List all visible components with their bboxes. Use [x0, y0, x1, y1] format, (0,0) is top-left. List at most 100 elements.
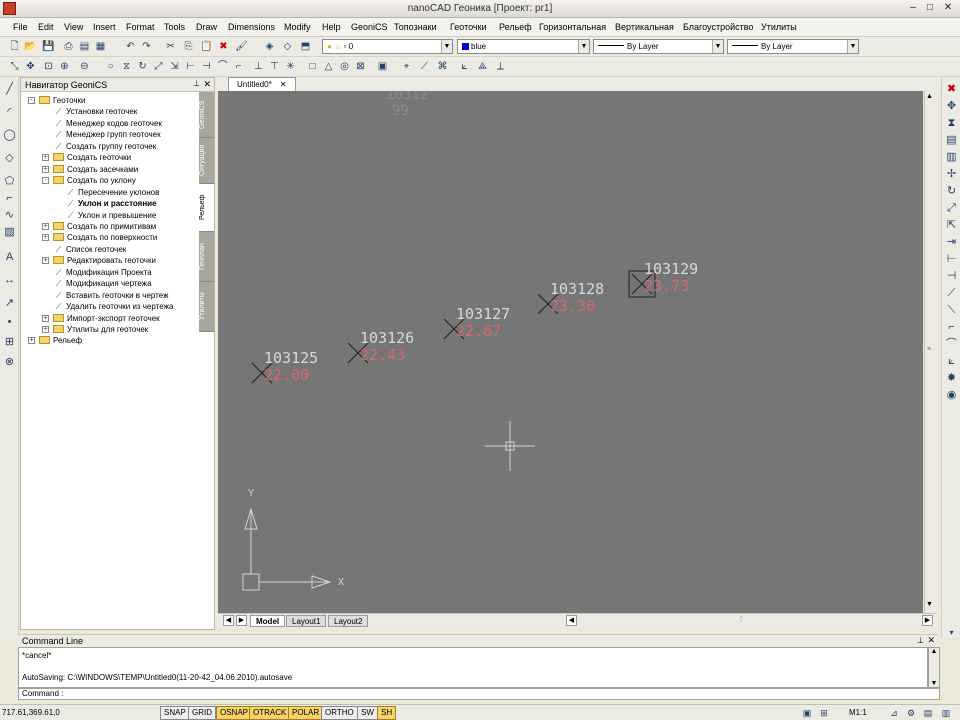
tree-item[interactable]: + Импорт-экспорт геоточек [42, 313, 160, 324]
ortho-toggle[interactable]: ORTHO [321, 706, 358, 720]
viewport-icon[interactable]: ⊞ [818, 707, 830, 719]
menu-file[interactable]: File [13, 22, 28, 32]
tree-item[interactable]: ⟋ Установки геоточек [53, 106, 138, 117]
move-icon[interactable]: ✢ [945, 168, 958, 181]
sh-toggle[interactable]: SH [377, 706, 397, 720]
close-icon[interactable]: ✕ [927, 635, 935, 646]
tree-item[interactable]: - Создать по уклону [42, 175, 136, 186]
polar-toggle[interactable]: POLAR [288, 706, 324, 720]
menu-horizontal[interactable]: Горизонтальная [539, 22, 606, 32]
close-icon[interactable]: ✕ [280, 80, 287, 89]
hatch-icon[interactable]: ▨ [3, 226, 16, 239]
otrack-toggle[interactable]: OTRACK [249, 706, 291, 720]
hscroll-thumb[interactable]: ⁞ [740, 615, 742, 624]
menu-utilities[interactable]: Утилиты [761, 22, 797, 32]
lineweight-combo[interactable]: By Layer ▼ [727, 39, 859, 54]
tree-item[interactable]: + Утилиты для геоточек [42, 324, 148, 335]
tree-item[interactable]: + Редактировать геоточки [42, 255, 156, 266]
menu-topoznaki[interactable]: Топознаки [394, 22, 437, 32]
join-icon[interactable]: ⊤ [268, 60, 281, 73]
scroll-right-icon[interactable]: ▶ [922, 615, 933, 626]
extend-object-icon[interactable]: ⊣ [945, 270, 958, 283]
layers-icon[interactable]: ◈ [263, 40, 276, 53]
open-file-icon[interactable]: 📂 [24, 40, 37, 53]
tree-item[interactable]: ⟋ Менеджер кодов геоточек [53, 118, 162, 129]
expand-icon[interactable]: + [42, 326, 49, 333]
menu-modify[interactable]: Modify [284, 22, 311, 32]
sw-toggle[interactable]: SW [357, 706, 378, 720]
scale-object-icon[interactable]: ⤢ [945, 202, 958, 215]
drawing-canvas[interactable]: 10312 99 103125 22.00 103126 22.43 103127 22.… [218, 91, 923, 613]
menu-landscaping[interactable]: Благоустройство [683, 22, 753, 32]
trim-icon[interactable]: ⊢ [184, 60, 197, 73]
rectangle-icon[interactable]: ◇ [3, 152, 16, 165]
stretch-icon[interactable]: ⇲ [168, 60, 181, 73]
workspace-icon[interactable]: ⚙ [905, 707, 917, 719]
menu-view[interactable]: View [64, 22, 83, 32]
expand-icon[interactable]: + [42, 257, 49, 265]
snap-node-icon[interactable]: ⊠ [354, 60, 367, 73]
polygon-icon[interactable]: ⬠ [3, 175, 16, 188]
point-icon[interactable]: • [3, 316, 16, 329]
cut-icon[interactable]: ✂ [164, 40, 177, 53]
offset-icon[interactable]: ▤ [945, 134, 958, 147]
tree-item[interactable]: - Геоточки [28, 95, 86, 106]
toolbar-overflow-icon[interactable]: ▾ [945, 626, 958, 639]
scroll-up-icon[interactable]: ▲ [926, 93, 933, 100]
table-icon[interactable]: ⊞ [3, 336, 16, 349]
save-icon[interactable]: 💾 [42, 40, 55, 53]
geo-line-icon[interactable]: ⟋ [418, 60, 431, 73]
osnap-toggle[interactable]: OSNAP [216, 706, 253, 720]
tree-item[interactable]: ⟋ Уклон и расстояние [65, 198, 157, 209]
tab-model[interactable]: Model [250, 615, 286, 627]
copy-icon[interactable]: ⎘ [182, 40, 195, 53]
next-tab-icon[interactable]: ▶ [236, 615, 247, 626]
geopoint[interactable]: 10312622.43 [347, 329, 414, 364]
command-scrollbar[interactable]: ▲ ▼ [928, 647, 940, 688]
tab-situation[interactable]: Ситуация [199, 138, 214, 184]
menu-vertical[interactable]: Вертикальная [615, 22, 674, 32]
tree-item[interactable]: + Создать геоточки [42, 152, 131, 163]
geopoint[interactable]: 10312823.30 [537, 280, 604, 315]
tree-item[interactable]: ⟋ Создать группу геоточек [53, 141, 157, 152]
circle-tool-icon[interactable]: ○ [104, 60, 117, 73]
erase-icon[interactable]: ✖ [945, 83, 958, 96]
expand-icon[interactable]: + [42, 234, 49, 242]
menu-geonics[interactable]: GeoniCS [351, 22, 388, 32]
layer-states-icon[interactable]: ◇ [281, 40, 294, 53]
annotation-scale[interactable]: M1:1 [849, 708, 867, 717]
mirror-icon[interactable]: ⧖ [120, 60, 133, 73]
tree-item[interactable]: ⟋ Вставить геоточки в чертеж [53, 290, 169, 301]
polyline-icon[interactable]: ⌐ [3, 192, 16, 205]
close-icon[interactable]: ✕ [940, 2, 956, 15]
tab-geonics[interactable]: GeoniCS [199, 92, 214, 138]
region-icon[interactable]: ⊗ [3, 356, 16, 369]
delete-icon[interactable]: ✖ [217, 40, 230, 53]
tab-genplan[interactable]: Генплан [199, 232, 214, 282]
tree-item[interactable]: + Создать по поверхности [42, 232, 157, 243]
plot-icon[interactable]: ▦ [94, 40, 107, 53]
slope-icon[interactable]: ⟀ [458, 60, 471, 73]
zoom-window-icon[interactable]: ⊡ [42, 60, 55, 73]
tab-relief[interactable]: Рельеф [199, 184, 214, 232]
scroll-down-icon[interactable]: ▼ [929, 680, 939, 687]
spline-icon[interactable]: ∿ [3, 209, 16, 222]
extend-icon[interactable]: ⊣ [200, 60, 213, 73]
grid-toggle[interactable]: GRID [188, 706, 216, 720]
layer-combo[interactable]: ● ☼ ▫ 0 ▼ [322, 39, 453, 54]
layer-prev-icon[interactable]: ⬒ [299, 40, 312, 53]
menu-edit[interactable]: Edit [38, 22, 54, 32]
geopoint[interactable]: 10312923.73 [628, 260, 698, 298]
arc-icon[interactable]: ◜ [3, 106, 16, 119]
paste-icon[interactable]: 📋 [200, 40, 213, 53]
preview-icon[interactable]: ▤ [78, 40, 91, 53]
pin-icon[interactable]: ⊥ [917, 636, 924, 645]
stretch-object-icon[interactable]: ⇱ [945, 219, 958, 232]
geopoint[interactable]: 10312522.00 [251, 349, 318, 384]
maximize-icon[interactable]: □ [922, 2, 938, 15]
menu-relief[interactable]: Рельеф [499, 22, 532, 32]
geo-label-icon[interactable]: ⌘ [436, 60, 449, 73]
expand-icon[interactable]: + [42, 222, 49, 230]
snap-endpoint-icon[interactable]: □ [306, 60, 319, 73]
fillet-object-icon[interactable]: ⌒ [945, 338, 958, 351]
